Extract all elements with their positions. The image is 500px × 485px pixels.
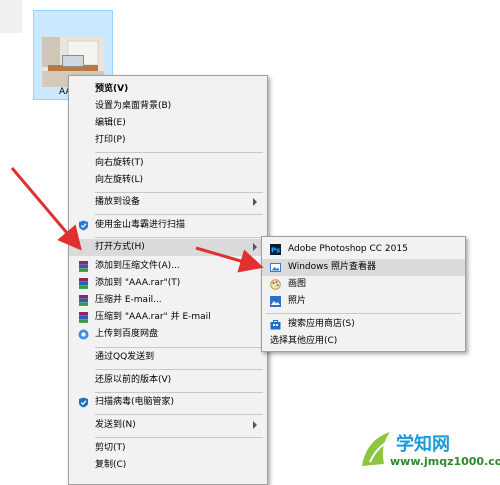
annotation-arrows (10, 167, 264, 273)
arrow-to-photo-viewer (195, 246, 264, 273)
watermark-title: 学知网 (396, 434, 450, 455)
arrow-to-open-with (10, 167, 82, 251)
watermark-url: www.jmqz1000.com (390, 455, 500, 468)
